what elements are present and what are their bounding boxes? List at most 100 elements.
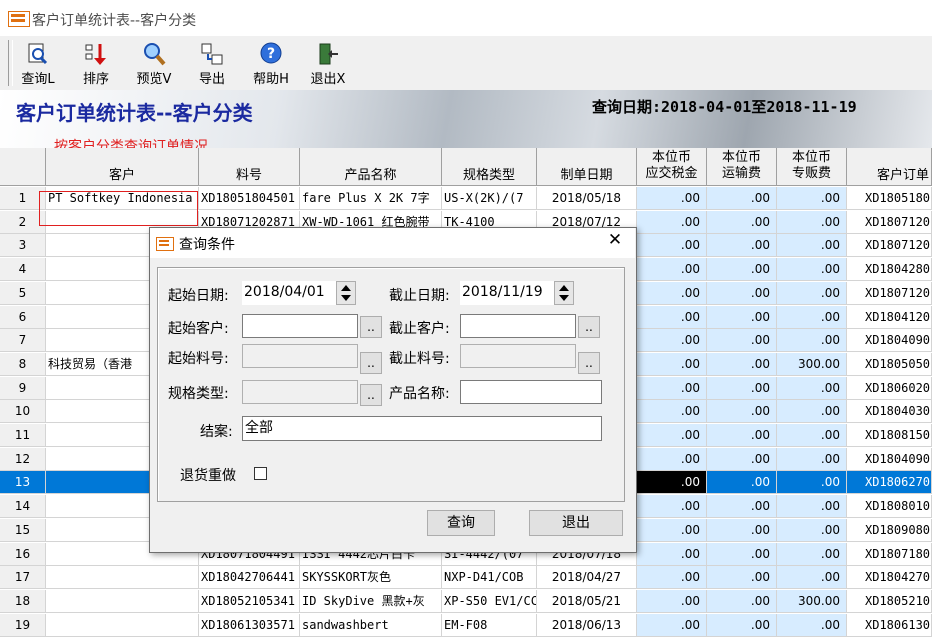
cell-sales-fee[interactable]: 300.00	[777, 590, 847, 613]
cell-tax[interactable]: .00	[637, 282, 707, 305]
row-number[interactable]: 17	[0, 566, 46, 589]
cell-shipping[interactable]: .00	[707, 282, 777, 305]
help-button[interactable]: ? 帮助H	[249, 40, 293, 88]
cell-sales-fee[interactable]: .00	[777, 282, 847, 305]
cell-customer[interactable]	[46, 566, 199, 589]
cell-shipping[interactable]: .00	[707, 471, 777, 494]
cell-create-date[interactable]: 2018/05/21	[537, 590, 637, 613]
header-tax[interactable]: 本位币 应交税金	[637, 148, 707, 186]
row-number[interactable]: 14	[0, 495, 46, 518]
cell-customer-order[interactable]: XD1809080	[847, 519, 932, 542]
cell-customer-order[interactable]: XD1804280	[847, 258, 932, 281]
header-spec-type[interactable]: 规格类型	[442, 148, 537, 186]
exit-button[interactable]: 退出X	[306, 40, 350, 88]
row-number[interactable]: 16	[0, 543, 46, 566]
row-number[interactable]: 18	[0, 590, 46, 613]
dialog-exit-button[interactable]: 退出	[529, 510, 623, 536]
query-button[interactable]: 查询L	[16, 40, 60, 88]
cell-sales-fee[interactable]: .00	[777, 519, 847, 542]
cell-shipping[interactable]: .00	[707, 590, 777, 613]
spec-type-browse-button[interactable]: ..	[360, 384, 382, 406]
cell-tax[interactable]: .00	[637, 519, 707, 542]
row-number[interactable]: 7	[0, 329, 46, 352]
row-number[interactable]: 3	[0, 234, 46, 257]
return-redo-checkbox[interactable]	[254, 467, 267, 480]
cell-tax[interactable]: .00	[637, 211, 707, 234]
cell-customer-order[interactable]: XD1806020	[847, 377, 932, 400]
cell-sales-fee[interactable]: .00	[777, 258, 847, 281]
header-sales-fee[interactable]: 本位币 专贩费	[777, 148, 847, 186]
cell-sales-fee[interactable]: .00	[777, 306, 847, 329]
cell-shipping[interactable]: .00	[707, 187, 777, 210]
cell-customer-order[interactable]: XD1804090	[847, 448, 932, 471]
close-status-select[interactable]: 全部	[242, 416, 602, 441]
cell-tax[interactable]: .00	[637, 187, 707, 210]
cell-tax[interactable]: .00	[637, 590, 707, 613]
start-part-input[interactable]	[242, 344, 358, 368]
cell-shipping[interactable]: .00	[707, 424, 777, 447]
cell-sales-fee[interactable]: .00	[777, 211, 847, 234]
end-date-input[interactable]: 2018/11/19	[460, 281, 554, 305]
row-number[interactable]: 8	[0, 353, 46, 376]
cell-tax[interactable]: .00	[637, 566, 707, 589]
row-number[interactable]: 12	[0, 448, 46, 471]
cell-tax[interactable]: .00	[637, 495, 707, 518]
cell-tax[interactable]: .00	[637, 543, 707, 566]
cell-shipping[interactable]: .00	[707, 566, 777, 589]
cell-shipping[interactable]: .00	[707, 519, 777, 542]
cell-customer-order[interactable]: XD1804030	[847, 400, 932, 423]
spec-type-input[interactable]	[242, 380, 358, 404]
row-number[interactable]: 13	[0, 471, 46, 494]
end-customer-input[interactable]	[460, 314, 576, 338]
cell-shipping[interactable]: .00	[707, 211, 777, 234]
cell-sales-fee[interactable]: .00	[777, 495, 847, 518]
cell-sales-fee[interactable]: .00	[777, 566, 847, 589]
cell-shipping[interactable]: .00	[707, 377, 777, 400]
end-date-spinner[interactable]	[554, 281, 574, 305]
row-number[interactable]: 6	[0, 306, 46, 329]
cell-part-no[interactable]: XD18051804501	[199, 187, 300, 210]
start-part-browse-button[interactable]: ..	[360, 352, 382, 374]
cell-product-name[interactable]: fare Plus X 2K 7字	[300, 187, 442, 210]
row-number[interactable]: 4	[0, 258, 46, 281]
cell-customer-order[interactable]: XD1807120	[847, 282, 932, 305]
cell-shipping[interactable]: .00	[707, 306, 777, 329]
row-number[interactable]: 11	[0, 424, 46, 447]
sort-button[interactable]: 排序	[74, 40, 118, 88]
start-date-input[interactable]: 2018/04/01	[242, 281, 336, 305]
end-part-browse-button[interactable]: ..	[578, 352, 600, 374]
cell-part-no[interactable]: XD18042706441	[199, 566, 300, 589]
cell-sales-fee[interactable]: .00	[777, 543, 847, 566]
cell-product-name[interactable]: ID SkyDive 黑款+灰	[300, 590, 442, 613]
cell-tax[interactable]: .00	[637, 258, 707, 281]
end-part-input[interactable]	[460, 344, 576, 368]
row-number[interactable]: 5	[0, 282, 46, 305]
product-name-input[interactable]	[460, 380, 602, 404]
cell-spec-type[interactable]: US-X(2K)/(7	[442, 187, 537, 210]
header-part-no[interactable]: 料号	[199, 148, 300, 186]
header-product-name[interactable]: 产品名称	[300, 148, 442, 186]
cell-customer-order[interactable]: XD1806270	[847, 471, 932, 494]
cell-customer-order[interactable]: XD1804120	[847, 306, 932, 329]
cell-sales-fee[interactable]: .00	[777, 234, 847, 257]
cell-shipping[interactable]: .00	[707, 448, 777, 471]
cell-customer-order[interactable]: XD1808150	[847, 424, 932, 447]
start-customer-input[interactable]	[242, 314, 358, 338]
cell-sales-fee[interactable]: 300.00	[777, 353, 847, 376]
cell-shipping[interactable]: .00	[707, 258, 777, 281]
cell-sales-fee[interactable]: .00	[777, 448, 847, 471]
cell-sales-fee[interactable]: .00	[777, 471, 847, 494]
cell-part-no[interactable]: XD18052105341	[199, 590, 300, 613]
cell-customer-order[interactable]: XD1805050	[847, 353, 932, 376]
start-customer-browse-button[interactable]: ..	[360, 316, 382, 338]
cell-shipping[interactable]: .00	[707, 400, 777, 423]
header-shipping[interactable]: 本位币 运输费	[707, 148, 777, 186]
cell-tax[interactable]: .00	[637, 306, 707, 329]
end-customer-browse-button[interactable]: ..	[578, 316, 600, 338]
cell-sales-fee[interactable]: .00	[777, 377, 847, 400]
cell-spec-type[interactable]: XP-S50 EV1/CC	[442, 590, 537, 613]
cell-product-name[interactable]: SKYSSKORT灰色	[300, 566, 442, 589]
cell-customer-order[interactable]: XD1805210	[847, 590, 932, 613]
row-number[interactable]: 10	[0, 400, 46, 423]
row-number[interactable]: 9	[0, 377, 46, 400]
